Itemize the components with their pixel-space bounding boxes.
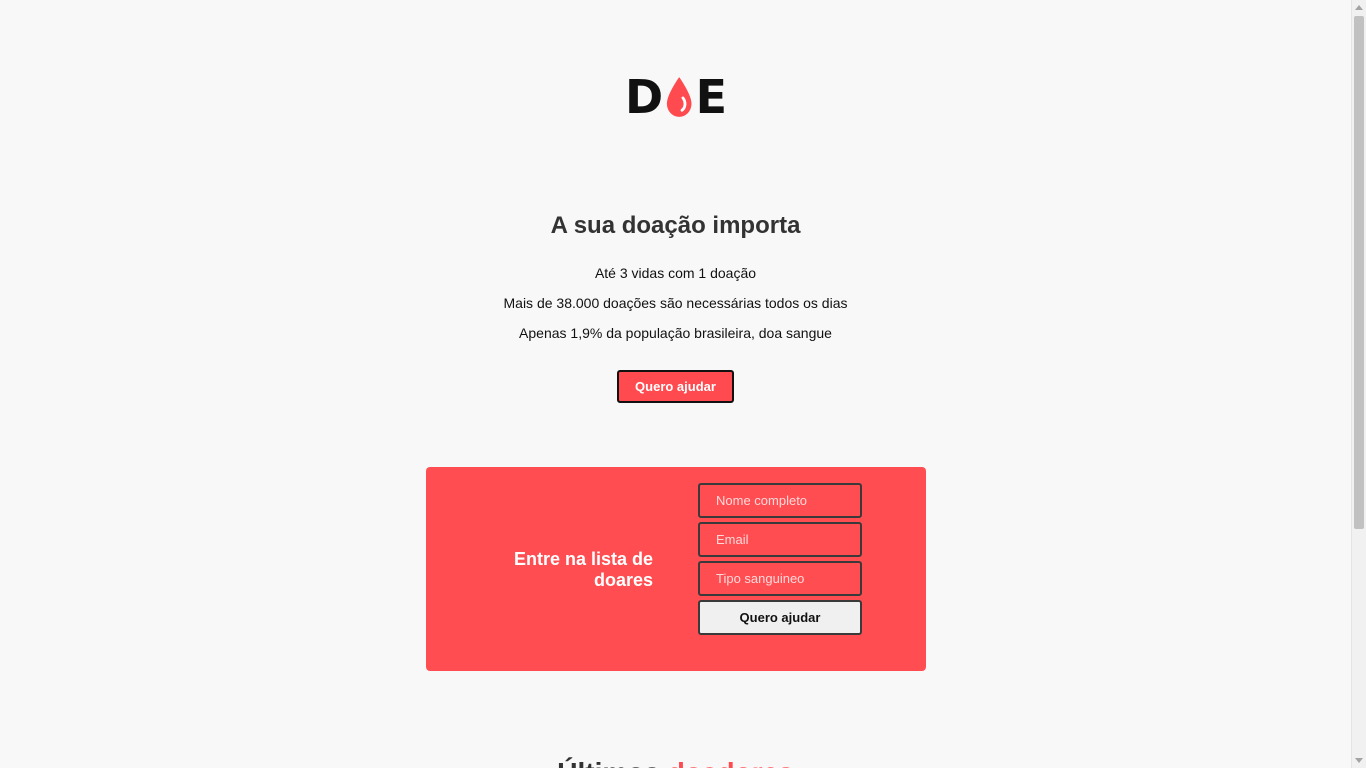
scrollbar-thumb[interactable] — [1354, 16, 1364, 529]
logo: D E — [625, 72, 727, 122]
signup-title: Entre na lista de doares — [513, 549, 653, 590]
vertical-scrollbar[interactable] — [1351, 0, 1366, 768]
hero-section: A sua doação importa Até 3 vidas com 1 d… — [0, 208, 1351, 403]
email-input[interactable] — [698, 522, 862, 557]
facts-list: Até 3 vidas com 1 doação Mais de 38.000 … — [0, 258, 1351, 348]
donors-heading-accent: doadores — [668, 757, 794, 768]
blood-drop-icon — [667, 77, 692, 117]
fact-item: Até 3 vidas com 1 doação — [594, 265, 757, 281]
scroll-up-arrow-icon[interactable] — [1355, 5, 1363, 10]
fact-item: Apenas 1,9% da população brasileira, doa… — [519, 325, 832, 341]
page: D E A sua doação importa Até 3 vidas com… — [0, 0, 1351, 768]
blood-type-input[interactable] — [698, 561, 862, 596]
hero-title: A sua doação importa — [550, 212, 801, 239]
donors-heading: Últimos doadores — [0, 756, 1351, 768]
signup-submit-button[interactable]: Quero ajudar — [698, 600, 862, 635]
logo-letter-d: D — [625, 70, 664, 124]
logo-letter-e: E — [695, 70, 727, 124]
donors-heading-dark: Últimos — [557, 757, 660, 768]
scroll-down-arrow-icon[interactable] — [1355, 758, 1363, 763]
name-input[interactable] — [698, 483, 862, 518]
fact-item: Mais de 38.000 doações são necessárias t… — [503, 295, 848, 311]
signup-card: Entre na lista de doares Quero ajudar — [426, 467, 926, 671]
help-button[interactable]: Quero ajudar — [617, 370, 734, 403]
